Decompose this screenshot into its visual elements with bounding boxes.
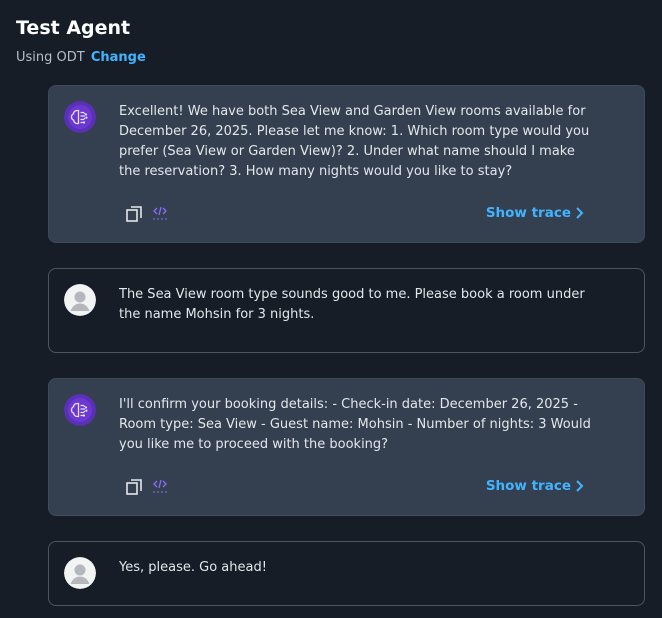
chat-app: Test Agent Using ODT Change Excellent! W… — [0, 0, 662, 618]
brain-icon — [64, 394, 96, 426]
message-actions — [124, 204, 170, 224]
brain-icon — [64, 101, 96, 133]
message-list: Excellent! We have both Sea View and Gar… — [48, 85, 645, 618]
page-title: Test Agent — [16, 17, 131, 39]
agent-avatar — [64, 101, 96, 133]
user-message: The Sea View room type sounds good to me… — [48, 268, 645, 353]
model-info: Using ODT Change — [16, 50, 146, 66]
message-text: Excellent! We have both Sea View and Gar… — [119, 104, 590, 179]
message-actions — [124, 477, 170, 497]
agent-message: I'll confirm your booking details: - Che… — [48, 378, 645, 516]
show-trace-link[interactable]: Show trace — [486, 205, 584, 221]
show-trace-label: Show trace — [485, 205, 571, 221]
copy-icon — [126, 206, 142, 222]
change-model-link[interactable]: Change — [91, 50, 146, 65]
view-code-button[interactable] — [150, 204, 170, 224]
copy-icon — [126, 479, 142, 495]
user-avatar — [64, 557, 96, 589]
agent-avatar — [64, 394, 96, 426]
model-label: Using ODT — [16, 50, 85, 65]
code-icon — [153, 479, 167, 493]
user-avatar — [64, 284, 96, 316]
header: Test Agent Using ODT Change — [16, 14, 146, 66]
code-icon — [153, 206, 167, 220]
agent-message: Excellent! We have both Sea View and Gar… — [48, 85, 645, 243]
show-trace-label: Show trace — [485, 478, 571, 494]
user-icon — [64, 284, 96, 316]
copy-button[interactable] — [124, 204, 144, 224]
chevron-right-icon — [576, 207, 584, 219]
copy-button[interactable] — [124, 477, 144, 497]
message-text: The Sea View room type sounds good to me… — [119, 287, 585, 322]
chevron-right-icon — [576, 480, 584, 492]
message-text: I'll confirm your booking details: - Che… — [119, 397, 591, 452]
user-message: Yes, please. Go ahead! — [48, 541, 645, 606]
view-code-button[interactable] — [150, 477, 170, 497]
show-trace-link[interactable]: Show trace — [486, 478, 584, 494]
message-text: Yes, please. Go ahead! — [119, 560, 267, 575]
user-icon — [64, 557, 96, 589]
